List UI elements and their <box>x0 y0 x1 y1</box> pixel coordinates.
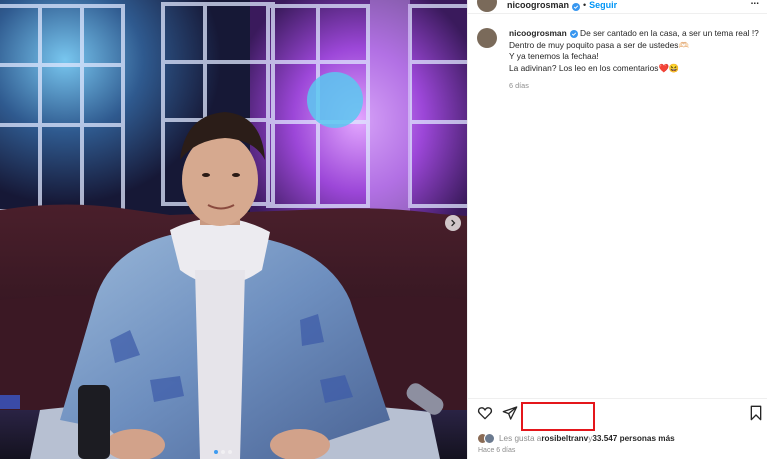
carousel-indicator <box>214 450 232 454</box>
post-image <box>0 0 467 459</box>
heart-emoji: ❤️ <box>658 62 669 73</box>
send-icon[interactable] <box>502 405 518 421</box>
bookmark-icon[interactable] <box>749 405 763 421</box>
carousel-dot <box>214 450 218 454</box>
heart-icon[interactable] <box>477 405 493 421</box>
caption-line: La adivinan? Los leo en los comentarios <box>509 62 659 73</box>
avatar <box>484 433 495 444</box>
caption-timestamp[interactable]: 6 días <box>509 80 759 92</box>
avatar[interactable] <box>477 28 497 48</box>
likes-summary[interactable]: Les gusta a rosibeltranv y 33.547 person… <box>477 433 675 444</box>
verified-badge-icon <box>569 29 578 38</box>
post-caption: nicoogrosman De ser cantado en la casa, … <box>477 28 762 92</box>
chevron-right-icon <box>451 219 456 227</box>
liker-username[interactable]: rosibeltranv <box>541 434 588 443</box>
highlight-box <box>521 402 595 431</box>
post-timestamp[interactable]: Hace 6 días <box>478 447 515 454</box>
follow-button[interactable]: Seguir <box>589 0 617 10</box>
caption-author-username[interactable]: nicoogrosman <box>509 28 567 38</box>
avatar[interactable] <box>477 0 497 12</box>
caption-line: Y ya tenemos la fechaa! <box>509 51 599 61</box>
verified-badge-icon <box>572 3 581 11</box>
caption-line: De ser cantado en la casa, a ser un tema… <box>580 28 759 38</box>
divider <box>468 398 767 399</box>
carousel-next-button[interactable] <box>445 215 461 231</box>
post-header: nicoogrosman • Seguir ... <box>468 0 767 14</box>
separator-dot: • <box>583 0 587 10</box>
caption-line: Dentro de muy poquito pasa a ser de uste… <box>509 39 689 50</box>
laughing-emoji: 😆 <box>668 62 680 73</box>
post-photo[interactable] <box>0 0 467 459</box>
divider <box>468 13 767 14</box>
carousel-dot <box>221 450 225 454</box>
post-side-panel: nicoogrosman • Seguir ... nicoogrosman D… <box>467 0 767 459</box>
post-actions <box>477 405 763 425</box>
post-author-username[interactable]: nicoogrosman <box>507 0 569 10</box>
likes-prefix: Les gusta a <box>499 434 542 443</box>
likes-count[interactable]: 33.547 personas más <box>592 434 674 443</box>
carousel-dot <box>228 450 232 454</box>
more-options-button[interactable]: ... <box>751 0 759 7</box>
